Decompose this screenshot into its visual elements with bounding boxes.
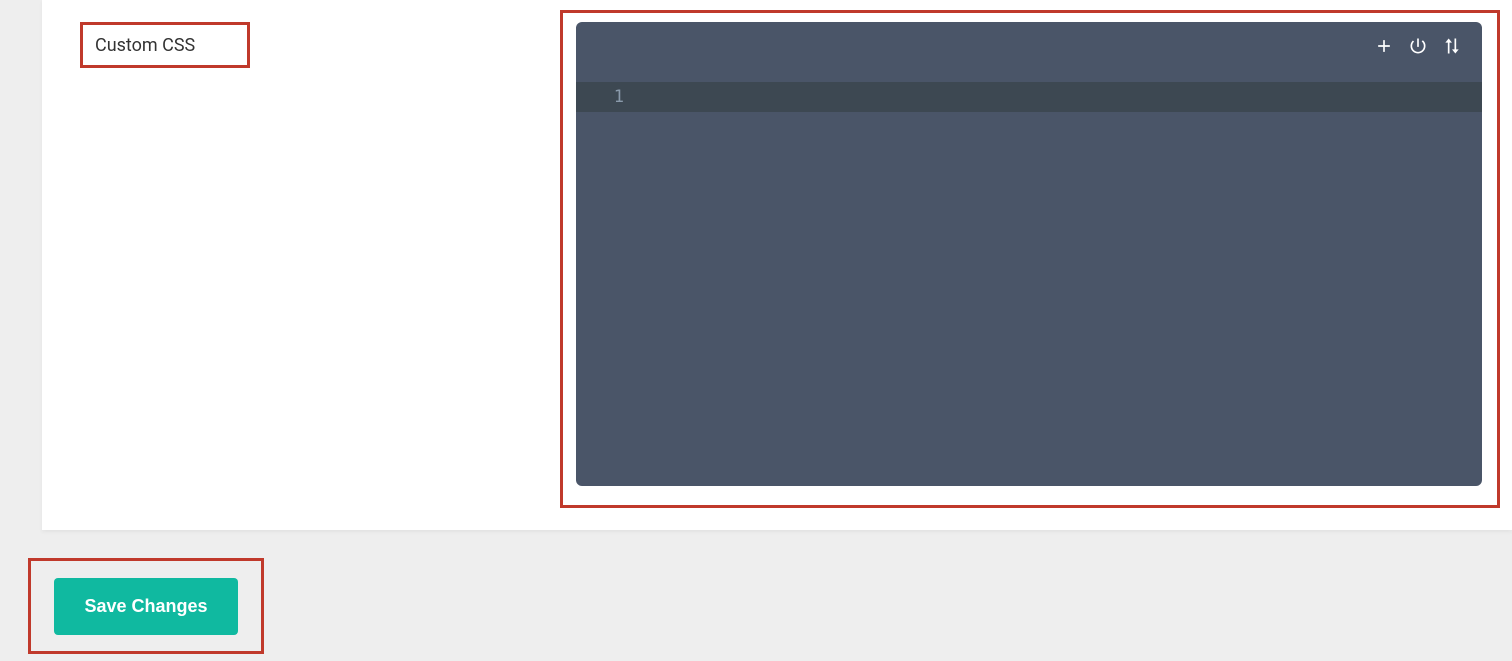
code-input[interactable] (634, 82, 1482, 112)
custom-css-label: Custom CSS (80, 22, 250, 68)
code-line-1[interactable]: 1 (576, 82, 1482, 112)
plus-icon[interactable] (1374, 36, 1394, 60)
save-button-highlight: Save Changes (28, 558, 264, 654)
save-changes-button[interactable]: Save Changes (54, 578, 237, 635)
field-label-text: Custom CSS (95, 35, 195, 56)
editor-toolbar (1374, 36, 1462, 60)
line-number: 1 (576, 87, 634, 107)
power-icon[interactable] (1408, 36, 1428, 60)
sort-icon[interactable] (1442, 36, 1462, 60)
custom-css-editor[interactable]: 1 (576, 22, 1482, 486)
